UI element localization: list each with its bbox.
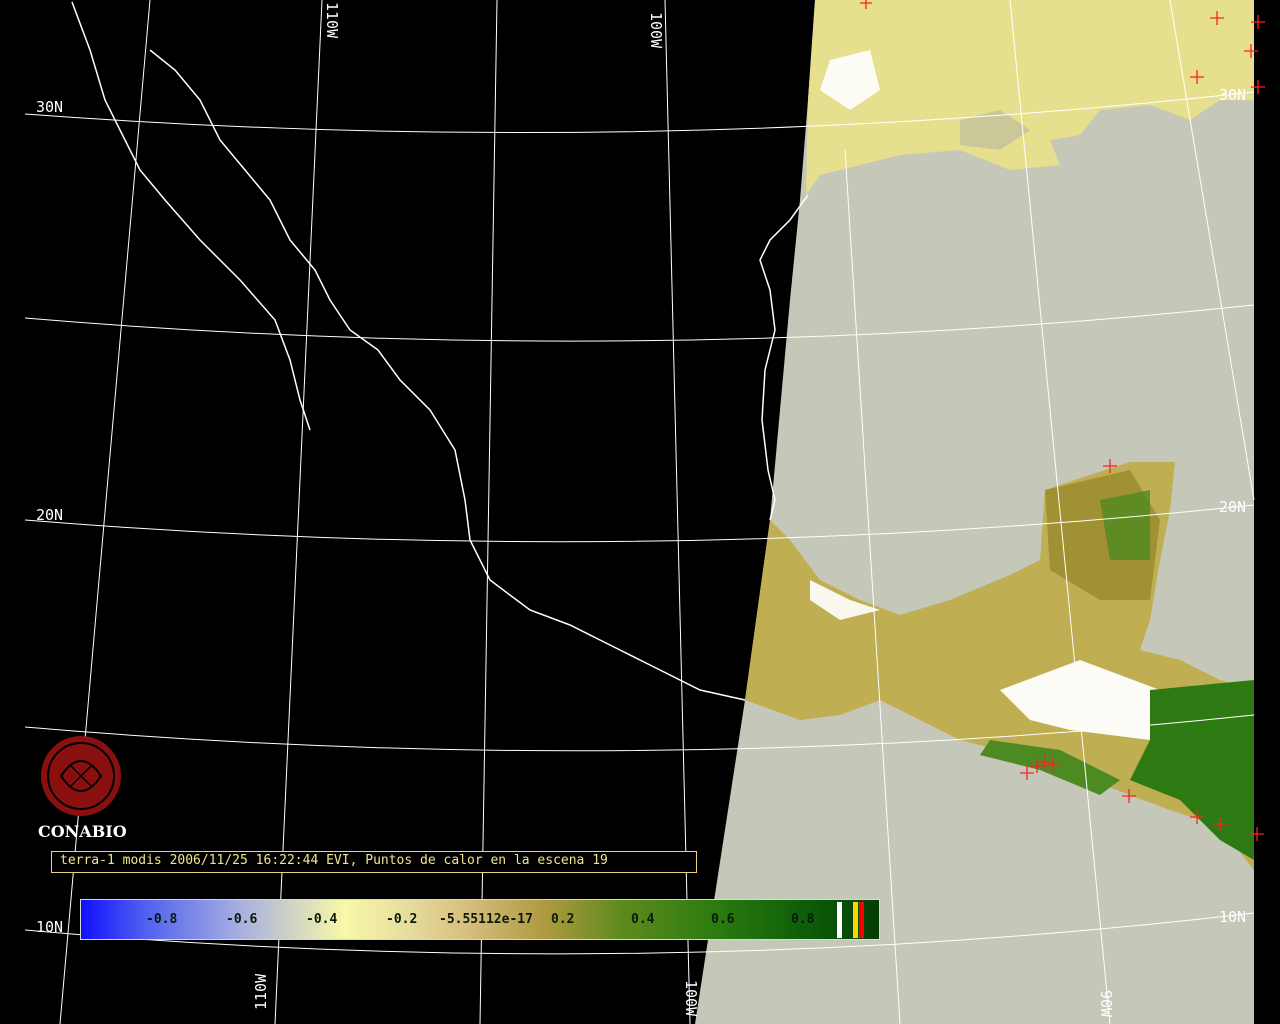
colorbar-tick: -5.55112e-17 [439, 912, 533, 927]
lat-label-30n-right: 30N [1219, 86, 1246, 104]
colorbar-tick: -0.2 [386, 912, 418, 927]
lat-label-10n-left: 10N [36, 918, 63, 936]
logo-name: CONABIO [38, 822, 127, 841]
colorbar-tick: 0.8 [791, 912, 815, 927]
colorbar-tick: 0.4 [631, 912, 655, 927]
title-box: terra-1 modis 2006/11/25 16:22:44 EVI, P… [51, 851, 697, 873]
conabio-logo [41, 736, 121, 816]
colorbar-swatch-yellow [853, 902, 858, 938]
lat-label-30n-left: 30N [36, 98, 63, 116]
colorbar-tick: -0.8 [146, 912, 178, 927]
evi-colorbar: -0.8 -0.6 -0.4 -0.2 -5.55112e-17 0.2 0.4… [80, 899, 880, 940]
lon-label-100w-top: 100W [647, 12, 665, 49]
colorbar-tick: 0.6 [711, 912, 735, 927]
lon-label-110w-bottom: 110W [252, 973, 270, 1010]
colorbar-swatch-red [859, 902, 864, 938]
colorbar-tick: -0.4 [306, 912, 338, 927]
lon-label-100w-bottom: 100W [682, 980, 700, 1017]
lat-label-20n-left: 20N [36, 506, 63, 524]
lat-label-20n-right: 20N [1219, 498, 1246, 516]
colorbar-tick: -0.6 [226, 912, 258, 927]
colorbar-tick: 0.2 [551, 912, 575, 927]
lat-label-10n-right: 10N [1219, 908, 1246, 926]
lon-label-90w-bottom: 90W [1097, 990, 1115, 1018]
map-title: terra-1 modis 2006/11/25 16:22:44 EVI, P… [60, 853, 608, 868]
colorbar-swatch-cloud [837, 902, 842, 938]
lon-label-110w-top: 110W [323, 2, 341, 39]
